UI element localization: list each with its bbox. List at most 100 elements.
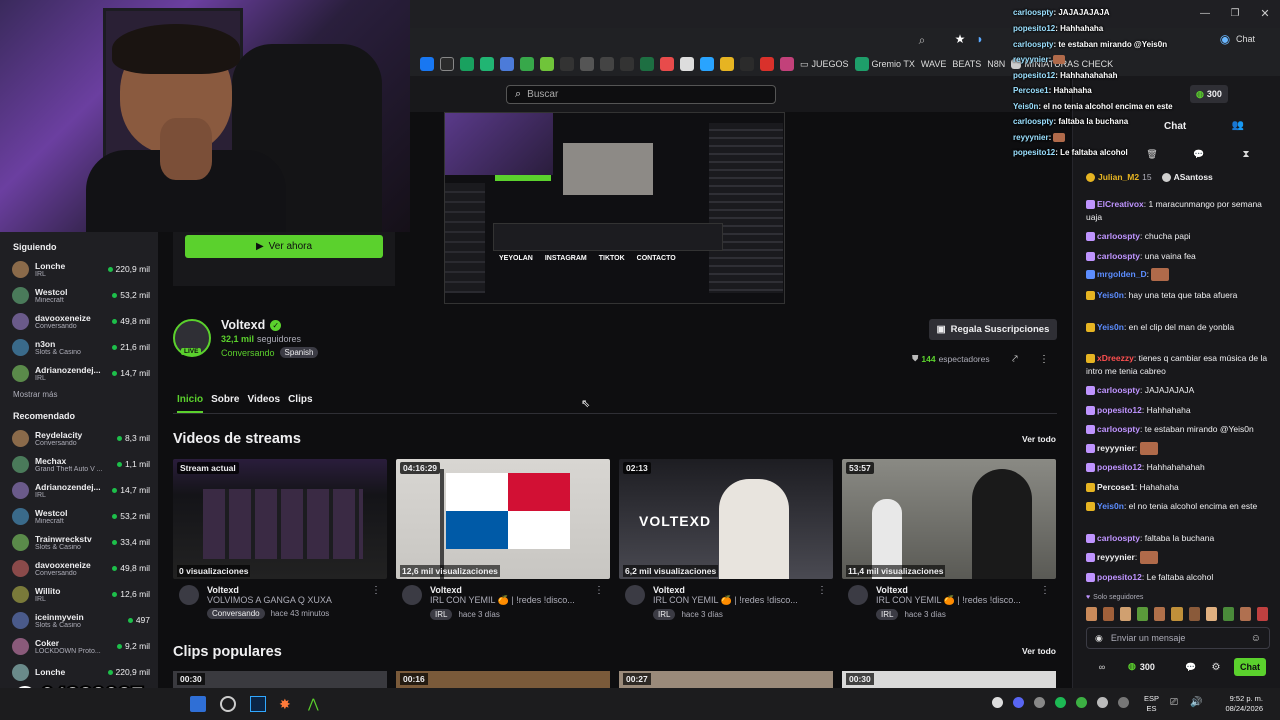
gold-icon[interactable]: [720, 57, 734, 71]
bookmark-n8n[interactable]: N8N: [987, 59, 1005, 69]
emote[interactable]: [1154, 607, 1166, 621]
emote[interactable]: [1171, 607, 1183, 621]
language-indicator[interactable]: ESP ES: [1144, 694, 1159, 714]
burst-icon[interactable]: ✸: [279, 696, 295, 712]
drive-icon[interactable]: [600, 57, 614, 71]
obs-icon[interactable]: [220, 696, 236, 712]
clips-see-all[interactable]: Ver todo: [1022, 646, 1056, 656]
more-options-icon[interactable]: ⋮: [817, 585, 827, 620]
chat-username[interactable]: reyyynier: [1097, 552, 1135, 562]
copilot-chat-label[interactable]: Chat: [1236, 34, 1255, 44]
emote[interactable]: [1222, 607, 1234, 621]
sidebar-channel[interactable]: Trainwreckstv Slots & Casino 33,4 mil: [0, 529, 158, 555]
folder-icon[interactable]: [580, 57, 594, 71]
tab-sobre[interactable]: Sobre: [211, 394, 239, 413]
show-more-link[interactable]: Mostrar más: [0, 386, 158, 407]
chat-username[interactable]: reyyynier: [1097, 443, 1135, 453]
sidebar-channel[interactable]: Lonche IRL 220,9 mil: [0, 256, 158, 282]
stream-video-card[interactable]: Stream actual 0 visualizaciones Voltexd VOL…: [173, 459, 387, 619]
chat-bubble-icon[interactable]: 💬: [1193, 148, 1205, 160]
sidebar-channel[interactable]: Westcol Minecraft 53,2 mil: [0, 282, 158, 308]
video-tag[interactable]: Conversando: [207, 608, 265, 619]
sheets-icon[interactable]: [460, 57, 474, 71]
bookmark-star-icon[interactable]: ★: [953, 32, 967, 46]
pink-icon[interactable]: [780, 57, 794, 71]
more-options-icon[interactable]: ⋮: [371, 585, 381, 619]
emote[interactable]: [1086, 607, 1098, 621]
chat-username[interactable]: carloospty: [1097, 231, 1140, 241]
chat-username[interactable]: Yeis0n: [1097, 290, 1124, 300]
video-channel[interactable]: Voltexd: [430, 585, 586, 595]
app-icon[interactable]: ⋀: [308, 696, 324, 712]
media-icon[interactable]: [620, 57, 634, 71]
vscode-icon[interactable]: [190, 696, 206, 712]
video-thumbnail[interactable]: 04:16:29 12,6 mil visualizaciones: [396, 459, 610, 579]
clip-card[interactable]: 00:30: [842, 671, 1056, 688]
avatar[interactable]: [848, 585, 868, 605]
sidebar-channel[interactable]: davooxeneize Conversando 49,8 mil: [0, 555, 158, 581]
chat-username[interactable]: popesito12: [1097, 462, 1142, 472]
sidebar-channel[interactable]: davooxeneize Conversando 49,8 mil: [0, 308, 158, 334]
sync-icon[interactable]: [500, 57, 514, 71]
more-options-icon[interactable]: ⋮: [1040, 585, 1050, 620]
chat-send-button[interactable]: Chat: [1234, 658, 1266, 676]
chart-icon[interactable]: [520, 57, 534, 71]
video-title[interactable]: VOLVIMOS A GANGA Q XUXA: [207, 595, 375, 605]
gifter[interactable]: Julian_M2 15: [1086, 172, 1152, 182]
chat-username[interactable]: Yeis0n: [1097, 501, 1124, 511]
chat-username[interactable]: popesito12: [1097, 572, 1142, 582]
facebook-icon[interactable]: [420, 57, 434, 71]
star-bm-icon[interactable]: [700, 57, 714, 71]
video-title[interactable]: IRL CON YEMIL 🍊 | !redes !disco...: [430, 595, 598, 606]
chat-username[interactable]: Percose1: [1097, 482, 1135, 492]
emote[interactable]: [1120, 607, 1132, 621]
gear-icon[interactable]: ⚙: [1210, 661, 1222, 673]
tab-inicio[interactable]: Inicio: [177, 394, 204, 413]
openai-icon[interactable]: [680, 57, 694, 71]
sidebar-channel[interactable]: iceinmyvein Slots & Casino 497: [0, 607, 158, 633]
chat-bubble-icon[interactable]: 💬: [1185, 661, 1197, 673]
bookmark-gremio[interactable]: Gremio TX: [854, 57, 915, 71]
tray-icons[interactable]: [992, 697, 1132, 711]
chat-username[interactable]: carloospty: [1097, 251, 1140, 261]
tab-videos[interactable]: Videos: [247, 394, 280, 413]
video-thumbnail[interactable]: 53:57 11,4 mil visualizaciones: [842, 459, 1056, 579]
stream-video-card[interactable]: 53:57 11,4 mil visualizaciones Voltexd IRL …: [842, 459, 1056, 620]
emote[interactable]: [1256, 607, 1269, 621]
language-tag[interactable]: Spanish: [279, 347, 319, 358]
network-icon[interactable]: ⎚: [1170, 697, 1178, 708]
bookmark-wave[interactable]: WAVE: [921, 59, 947, 69]
sidebar-channel[interactable]: Westcol Minecraft 53,2 mil: [0, 503, 158, 529]
video-thumbnail[interactable]: Stream actual 0 visualizaciones: [173, 459, 387, 579]
clip-card[interactable]: 00:30: [173, 671, 387, 688]
stream-video-card[interactable]: 04:16:29 12,6 mil visualizaciones Voltexd I…: [396, 459, 610, 620]
share-icon[interactable]: ⤤: [1009, 353, 1021, 365]
chat-username[interactable]: carloospty: [1097, 424, 1140, 434]
download-icon[interactable]: [440, 57, 454, 71]
minimize-icon[interactable]: —: [1198, 6, 1212, 20]
sidebar-channel[interactable]: n3on Slots & Casino 21,6 mil: [0, 334, 158, 360]
emote[interactable]: [1205, 607, 1217, 621]
sidebar-channel[interactable]: Reydelacity Conversando 8,3 mil: [0, 425, 158, 451]
emote[interactable]: [1137, 607, 1149, 621]
video-channel[interactable]: Voltexd: [876, 585, 1032, 595]
chat-username[interactable]: carloospty: [1097, 533, 1140, 543]
emote[interactable]: [1188, 607, 1200, 621]
copilot-icon[interactable]: ◉: [1218, 32, 1232, 46]
chat-username[interactable]: Yeis0n: [1097, 322, 1124, 332]
arrow-icon[interactable]: [540, 57, 554, 71]
chat-username[interactable]: carloospty: [1097, 385, 1140, 395]
sidebar-channel[interactable]: Adrianozendej... IRL 14,7 mil: [0, 360, 158, 386]
more-options-icon[interactable]: ⋮: [594, 585, 604, 620]
video-title[interactable]: IRL CON YEMIL 🍊 | !redes !disco...: [653, 595, 821, 606]
tab-clips[interactable]: Clips: [288, 394, 312, 413]
video-title[interactable]: IRL CON YEMIL 🍊 | !redes !disco...: [876, 595, 1044, 606]
bookmark-beats[interactable]: BEATS: [952, 59, 981, 69]
channel-category[interactable]: Conversando: [221, 348, 275, 358]
chat-username[interactable]: popesito12: [1097, 405, 1142, 415]
close-icon[interactable]: ✕: [1258, 6, 1272, 20]
tt-icon[interactable]: [480, 57, 494, 71]
sidebar-channel[interactable]: Adrianozendej... IRL 14,7 mil: [0, 477, 158, 503]
trash-icon[interactable]: 🗑: [1146, 148, 1158, 160]
volume-icon[interactable]: 🔊: [1190, 697, 1202, 708]
